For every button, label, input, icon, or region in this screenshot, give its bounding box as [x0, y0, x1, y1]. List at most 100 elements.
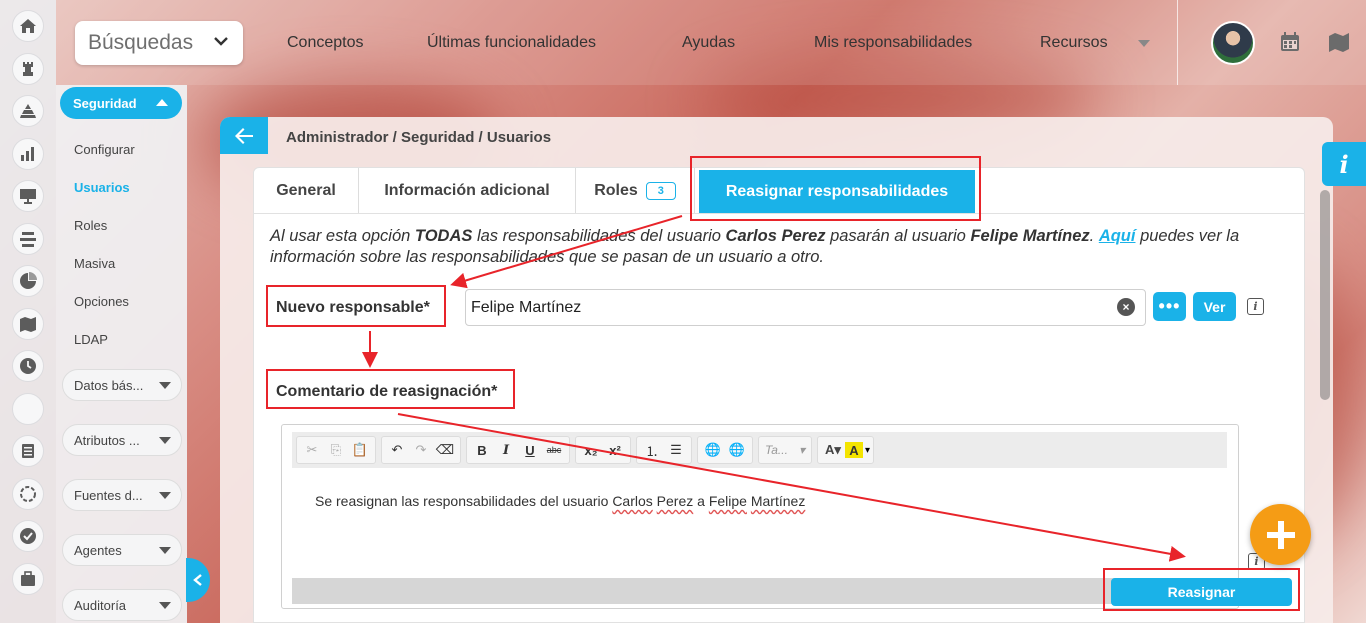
- nav-ayudas[interactable]: Ayudas: [682, 34, 735, 52]
- nav-recursos[interactable]: Recursos: [1040, 34, 1108, 52]
- map-icon[interactable]: [12, 307, 44, 340]
- superscript-icon[interactable]: x²: [603, 439, 627, 461]
- toolbar-group-lists: ⒈ ☰: [636, 436, 692, 464]
- editor-statusbar: [292, 578, 1227, 604]
- menu-group-agentes[interactable]: Agentes: [62, 534, 182, 566]
- align-icon[interactable]: [12, 222, 44, 255]
- tab-general[interactable]: General: [254, 168, 359, 213]
- editor-text: Felipe: [708, 493, 747, 509]
- collapse-menu-button[interactable]: [186, 558, 210, 602]
- scrollbar[interactable]: [1320, 190, 1330, 400]
- info-icon: i: [1339, 149, 1349, 179]
- annotation-box-comment: [266, 369, 515, 409]
- annotation-box-new-responsible: [266, 285, 446, 327]
- module-dropdown[interactable]: Seguridad: [60, 87, 182, 119]
- tab-roles[interactable]: Roles 3: [576, 168, 695, 213]
- menu-item-masiva[interactable]: Masiva: [74, 256, 115, 271]
- avatar[interactable]: [1211, 21, 1255, 65]
- new-responsible-field[interactable]: Felipe Martínez ×: [465, 289, 1146, 326]
- italic-icon[interactable]: I: [494, 439, 518, 461]
- bold-icon[interactable]: B: [470, 439, 494, 461]
- caret-down-icon: [159, 492, 171, 499]
- tab-informacion-adicional[interactable]: Información adicional: [359, 168, 576, 213]
- list-icon[interactable]: [12, 435, 44, 467]
- menu-item-opciones[interactable]: Opciones: [74, 294, 129, 309]
- source-user-name: Carlos Perez: [725, 227, 826, 245]
- paste-icon[interactable]: 📋: [348, 439, 372, 461]
- nav-conceptos[interactable]: Conceptos: [287, 34, 364, 52]
- link-icon[interactable]: 🌐: [701, 439, 725, 461]
- menu-group-atributos[interactable]: Atributos ...: [62, 424, 182, 456]
- info-panel-toggle[interactable]: i: [1322, 142, 1366, 186]
- search-dropdown[interactable]: Búsquedas: [75, 21, 243, 65]
- eraser-icon[interactable]: ⌫: [433, 439, 457, 461]
- info-icon[interactable]: i: [1247, 298, 1264, 315]
- copy-icon[interactable]: ⎘: [324, 439, 348, 461]
- caret-up-icon: [156, 99, 168, 106]
- font-size-select[interactable]: Ta... ▾: [762, 439, 808, 461]
- caret-down-icon[interactable]: [1138, 40, 1150, 47]
- bulleted-list-icon[interactable]: ☰: [664, 439, 688, 461]
- pie-chart-icon[interactable]: [12, 265, 44, 297]
- editor-text: Perez: [656, 493, 694, 509]
- menu-group-datos-basicos[interactable]: Datos bás...: [62, 369, 182, 401]
- calendar-icon[interactable]: [1279, 31, 1301, 53]
- bar-chart-icon[interactable]: [12, 137, 44, 170]
- reassign-description: Al usar esta opción TODAS las responsabi…: [270, 226, 1280, 268]
- cut-icon[interactable]: ✂: [300, 439, 324, 461]
- caret-down-icon: ▾: [798, 443, 805, 457]
- module-label: Seguridad: [73, 95, 137, 111]
- font-size-select-label: Ta...: [765, 443, 788, 457]
- menu-group-label: Auditoría: [74, 597, 127, 613]
- chevron-down-icon: [213, 33, 229, 54]
- clock-icon[interactable]: [12, 350, 44, 382]
- menu-group-label: Agentes: [74, 542, 122, 558]
- help-link[interactable]: Aquí: [1099, 227, 1136, 245]
- clear-icon[interactable]: ×: [1117, 298, 1135, 316]
- menu-item-roles[interactable]: Roles: [74, 218, 107, 233]
- annotation-box-tab: [690, 156, 981, 221]
- nav-mis-responsabilidades[interactable]: Mis responsabilidades: [814, 34, 972, 52]
- toolbar-group-colors: A▾ A ▾: [817, 436, 875, 464]
- more-options-button[interactable]: •••: [1153, 292, 1186, 321]
- toolbar-group-font: Ta... ▾: [758, 436, 812, 464]
- description-text: .: [1089, 227, 1099, 245]
- presentation-icon[interactable]: [12, 180, 44, 212]
- unlink-icon[interactable]: 🌐: [725, 439, 749, 461]
- redo-icon[interactable]: ↷: [409, 439, 433, 461]
- back-button[interactable]: [220, 117, 268, 154]
- description-text: las responsabilidades del usuario: [472, 227, 726, 245]
- description-text: Al usar esta opción: [270, 227, 415, 245]
- menu-item-usuarios[interactable]: Usuarios: [74, 180, 130, 195]
- menu-item-ldap[interactable]: LDAP: [74, 332, 108, 347]
- text-color-icon[interactable]: A▾: [821, 439, 845, 461]
- undo-icon[interactable]: ↶: [385, 439, 409, 461]
- menu-item-configurar[interactable]: Configurar: [74, 142, 135, 157]
- caret-down-icon: [159, 602, 171, 609]
- blank-icon[interactable]: [12, 392, 44, 425]
- editor-content[interactable]: Se reasignan las responsabilidades del u…: [315, 493, 805, 509]
- add-fab-button[interactable]: [1250, 504, 1311, 565]
- check-circle-icon[interactable]: [12, 520, 44, 552]
- underline-icon[interactable]: U: [518, 439, 542, 461]
- menu-group-label: Datos bás...: [74, 377, 144, 393]
- pyramid-icon[interactable]: [12, 95, 44, 127]
- menu-group-auditoria[interactable]: Auditoría: [62, 589, 182, 621]
- briefcase-icon[interactable]: [12, 562, 44, 595]
- home-icon[interactable]: [12, 10, 44, 42]
- background-color-icon[interactable]: A: [845, 442, 863, 458]
- numbered-list-icon[interactable]: ⒈: [640, 439, 664, 461]
- caret-down-icon[interactable]: ▾: [865, 445, 870, 456]
- nav-ultimas-funcionalidades[interactable]: Últimas funcionalidades: [427, 34, 596, 52]
- circle-dashed-icon[interactable]: [12, 477, 44, 510]
- top-bar: Búsquedas Conceptos Últimas funcionalida…: [56, 0, 1366, 85]
- ver-button[interactable]: Ver: [1193, 292, 1236, 321]
- description-text: pasarán al usuario: [825, 227, 971, 245]
- comment-editor[interactable]: ✂ ⎘ 📋 ↶ ↷ ⌫ B I U abc x₂ x² ⒈ ☰ 🌐 🌐 Ta..…: [281, 424, 1239, 609]
- chess-rook-icon[interactable]: [12, 52, 44, 85]
- subscript-icon[interactable]: x₂: [579, 439, 603, 461]
- menu-group-fuentes[interactable]: Fuentes d...: [62, 479, 182, 511]
- strikethrough-icon[interactable]: abc: [542, 439, 566, 461]
- map-icon[interactable]: [1328, 31, 1350, 53]
- editor-text: a: [693, 493, 709, 509]
